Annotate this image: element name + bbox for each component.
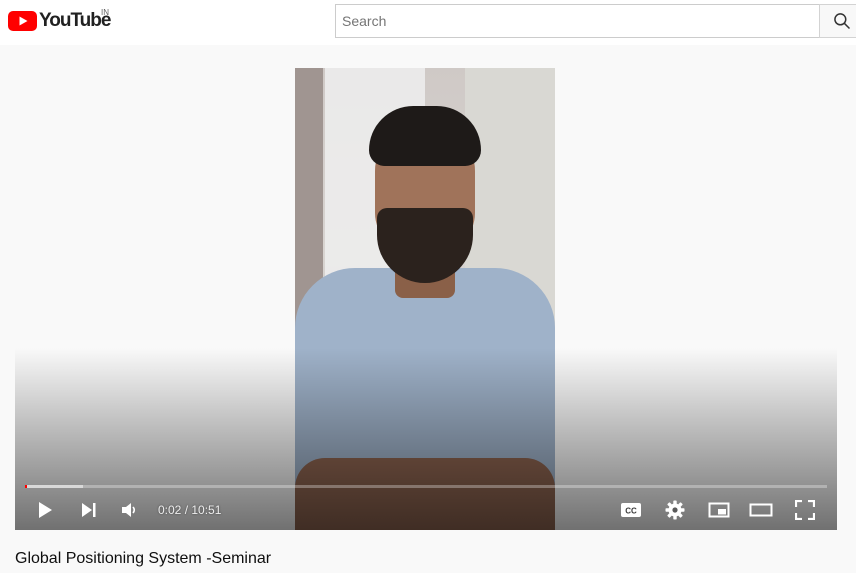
progress-played	[25, 485, 28, 488]
search-input[interactable]	[335, 4, 819, 38]
country-code: IN	[101, 8, 109, 17]
video-player[interactable]: 0:02 / 10:51 CC	[15, 68, 837, 530]
theater-icon	[749, 503, 773, 517]
youtube-play-logo-icon	[8, 11, 37, 31]
masthead: YouTube IN	[0, 0, 856, 45]
fullscreen-icon	[795, 500, 815, 520]
svg-text:CC: CC	[625, 507, 637, 516]
video-title: Global Positioning System -Seminar	[15, 550, 272, 567]
theater-mode-button[interactable]	[745, 492, 777, 528]
miniplayer-button[interactable]	[703, 492, 735, 528]
video-frame[interactable]	[295, 68, 555, 530]
progress-buffered	[25, 485, 83, 488]
play-button[interactable]	[31, 492, 59, 528]
captions-button[interactable]: CC	[615, 492, 647, 528]
next-button[interactable]	[75, 492, 103, 528]
youtube-logo[interactable]: YouTube IN	[8, 8, 111, 33]
play-icon	[39, 502, 52, 518]
time-display: 0:02 / 10:51	[158, 503, 222, 517]
next-icon	[82, 503, 96, 517]
logo-text: YouTube	[39, 10, 111, 31]
player-controls: 0:02 / 10:51 CC	[15, 492, 837, 530]
fullscreen-button[interactable]	[789, 492, 821, 528]
mute-button[interactable]	[115, 492, 143, 528]
volume-icon	[122, 503, 136, 517]
miniplayer-icon	[708, 502, 730, 518]
captions-icon: CC	[621, 503, 641, 517]
settings-icon	[665, 500, 685, 520]
search-icon	[834, 13, 851, 30]
settings-button[interactable]	[659, 492, 691, 528]
progress-bar[interactable]	[25, 485, 827, 488]
search-button[interactable]	[819, 4, 856, 38]
